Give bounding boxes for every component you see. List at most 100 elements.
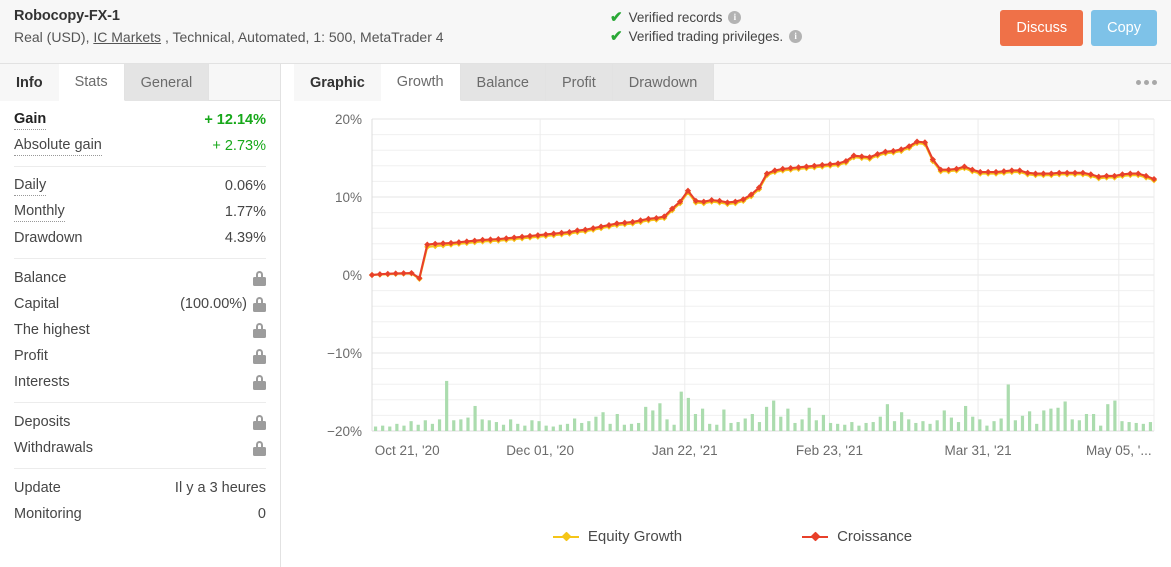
stat-label[interactable]: Absolute gain (14, 136, 102, 157)
svg-text:20%: 20% (335, 112, 362, 127)
legend-marker (802, 531, 829, 543)
more-options-icon[interactable] (1136, 64, 1157, 101)
broker-link[interactable]: IC Markets (93, 29, 161, 45)
chart-tab-profit[interactable]: Profit (545, 64, 613, 101)
stat-value: 4.39% (224, 230, 266, 246)
stat-row-drawdown: Drawdown 4.39% (14, 225, 266, 251)
stat-value-wrap: 0 (258, 506, 266, 522)
stat-row-monthly: Monthly 1.77% (14, 199, 266, 225)
legend-label: Equity Growth (587, 528, 683, 545)
stat-value: 0 (257, 506, 266, 522)
stat-label[interactable]: Monthly (14, 202, 65, 223)
info-icon[interactable]: i (728, 11, 742, 24)
sidebar-tab-stats[interactable]: Stats (58, 64, 125, 101)
stat-value-wrap: (100.00%) (180, 296, 266, 312)
verified-records-row: ✔ Verified records i (610, 10, 802, 25)
legend-item-croissance[interactable]: Croissance (802, 528, 912, 545)
verified-privileges-label: Verified trading privileges. (628, 29, 784, 44)
stat-label: Update (14, 480, 61, 496)
growth-chart-svg: 20% 10% 0% −10% −20% Oct 21, '20 Dec 01, '20 Ja… (327, 112, 1158, 458)
account-identity: Robocopy-FX-1 Real (USD), IC Markets , T… (14, 8, 444, 45)
lock-icon (253, 296, 266, 312)
stat-label[interactable]: Daily (14, 176, 47, 197)
stats-divider (14, 402, 266, 403)
stat-value-wrap (253, 440, 266, 456)
lock-icon (253, 374, 266, 390)
stat-label: Interests (14, 374, 70, 390)
svg-text:May 05, '...: May 05, '... (1086, 443, 1152, 458)
verified-records-label: Verified records (628, 10, 723, 25)
stat-label: Withdrawals (14, 440, 93, 456)
header-actions: Discuss Copy (1000, 10, 1157, 46)
stats-divider (14, 468, 266, 469)
stats-divider (14, 258, 266, 259)
page-header: Robocopy-FX-1 Real (USD), IC Markets , T… (0, 0, 1171, 64)
stat-label: Balance (14, 270, 67, 286)
svg-text:Jan 22, '21: Jan 22, '21 (652, 443, 718, 458)
copy-button[interactable]: Copy (1091, 10, 1157, 46)
svg-text:0%: 0% (342, 268, 362, 283)
legend-label: Croissance (837, 528, 913, 545)
chart-tab-balance[interactable]: Balance (460, 64, 546, 101)
lock-icon (253, 348, 266, 364)
svg-text:10%: 10% (335, 190, 362, 205)
account-meta: Real (USD), IC Markets , Technical, Auto… (14, 29, 444, 45)
stat-value-wrap (253, 414, 266, 430)
svg-text:Mar 31, '21: Mar 31, '21 (944, 443, 1011, 458)
stat-value: + 12.14% (204, 112, 266, 128)
legend-item-equity-growth[interactable]: Equity Growth (552, 528, 683, 545)
stat-value: Il y a 3 heures (174, 480, 266, 496)
stat-value: 1.77% (224, 204, 266, 220)
check-icon: ✔ (610, 28, 623, 45)
stat-row-deposits: Deposits (14, 409, 266, 435)
svg-text:−20%: −20% (327, 424, 362, 439)
chart-tab-growth[interactable]: Growth (380, 64, 461, 101)
account-details: , Technical, Automated, 1: 500, MetaTrad… (164, 29, 444, 45)
stat-value-wrap (253, 270, 266, 286)
sidebar-tab-info[interactable]: Info (0, 64, 59, 101)
stat-label[interactable]: Gain (14, 110, 47, 131)
stat-row-monitoring: Monitoring 0 (14, 501, 266, 527)
stat-value-wrap: 1.77% (225, 204, 266, 220)
stat-value-wrap: Il y a 3 heures (175, 480, 266, 496)
svg-text:−10%: −10% (327, 346, 362, 361)
stat-value-wrap: 0.06% (225, 178, 266, 194)
lock-icon (253, 414, 266, 430)
stat-row-profit: Profit (14, 343, 266, 369)
stat-value-wrap (253, 374, 266, 390)
discuss-button[interactable]: Discuss (1000, 10, 1084, 46)
stats-list: Gain + 12.14% Absolute gain + 2.73% Daily 0.0… (0, 101, 280, 567)
chart-panel: Graphic Growth Balance Profit Drawdown 20% 10… (281, 64, 1171, 567)
stat-value: (100.00%) (180, 296, 247, 312)
lock-icon (253, 440, 266, 456)
stat-value-wrap (253, 322, 266, 338)
svg-text:Dec 01, '20: Dec 01, '20 (506, 443, 574, 458)
verified-privileges-row: ✔ Verified trading privileges. i (610, 28, 803, 45)
stat-row-daily: Daily 0.06% (14, 173, 266, 199)
sidebar-tab-general[interactable]: General (124, 64, 210, 101)
sidebar-tabbar: Info Stats General (0, 64, 280, 101)
page-title: Robocopy-FX-1 (14, 8, 120, 24)
stat-label: Profit (14, 348, 48, 364)
stat-row-gain: Gain + 12.14% (14, 107, 266, 133)
check-icon: ✔ (610, 9, 623, 26)
chart-tab-drawdown[interactable]: Drawdown (612, 64, 715, 101)
stat-value: + 2.73% (212, 138, 266, 154)
growth-chart: 20% 10% 0% −10% −20% Oct 21, '20 Dec 01, '20 Ja… (294, 101, 1171, 567)
account-type: Real (USD), (14, 29, 90, 45)
info-icon[interactable]: i (789, 30, 803, 43)
stats-sidebar: Info Stats General Gain + 12.14% Absolute ga… (0, 64, 281, 567)
stat-value-wrap: 4.39% (225, 230, 266, 246)
stat-row-withdrawals: Withdrawals (14, 435, 266, 461)
stat-row-interests: Interests (14, 369, 266, 395)
legend-marker (552, 531, 579, 543)
stat-value: 0.06% (224, 178, 266, 194)
stat-row-update: Update Il y a 3 heures (14, 475, 266, 501)
page-body: Info Stats General Gain + 12.14% Absolute ga… (0, 64, 1171, 567)
verification-block: ✔ Verified records i ✔ Verified trading … (610, 10, 803, 45)
chart-tab-graphic[interactable]: Graphic (294, 64, 381, 101)
stat-label: Deposits (14, 414, 71, 430)
stat-label: Capital (14, 296, 60, 312)
stat-label: Monitoring (14, 506, 82, 522)
stat-value-wrap: + 2.73% (212, 138, 266, 154)
